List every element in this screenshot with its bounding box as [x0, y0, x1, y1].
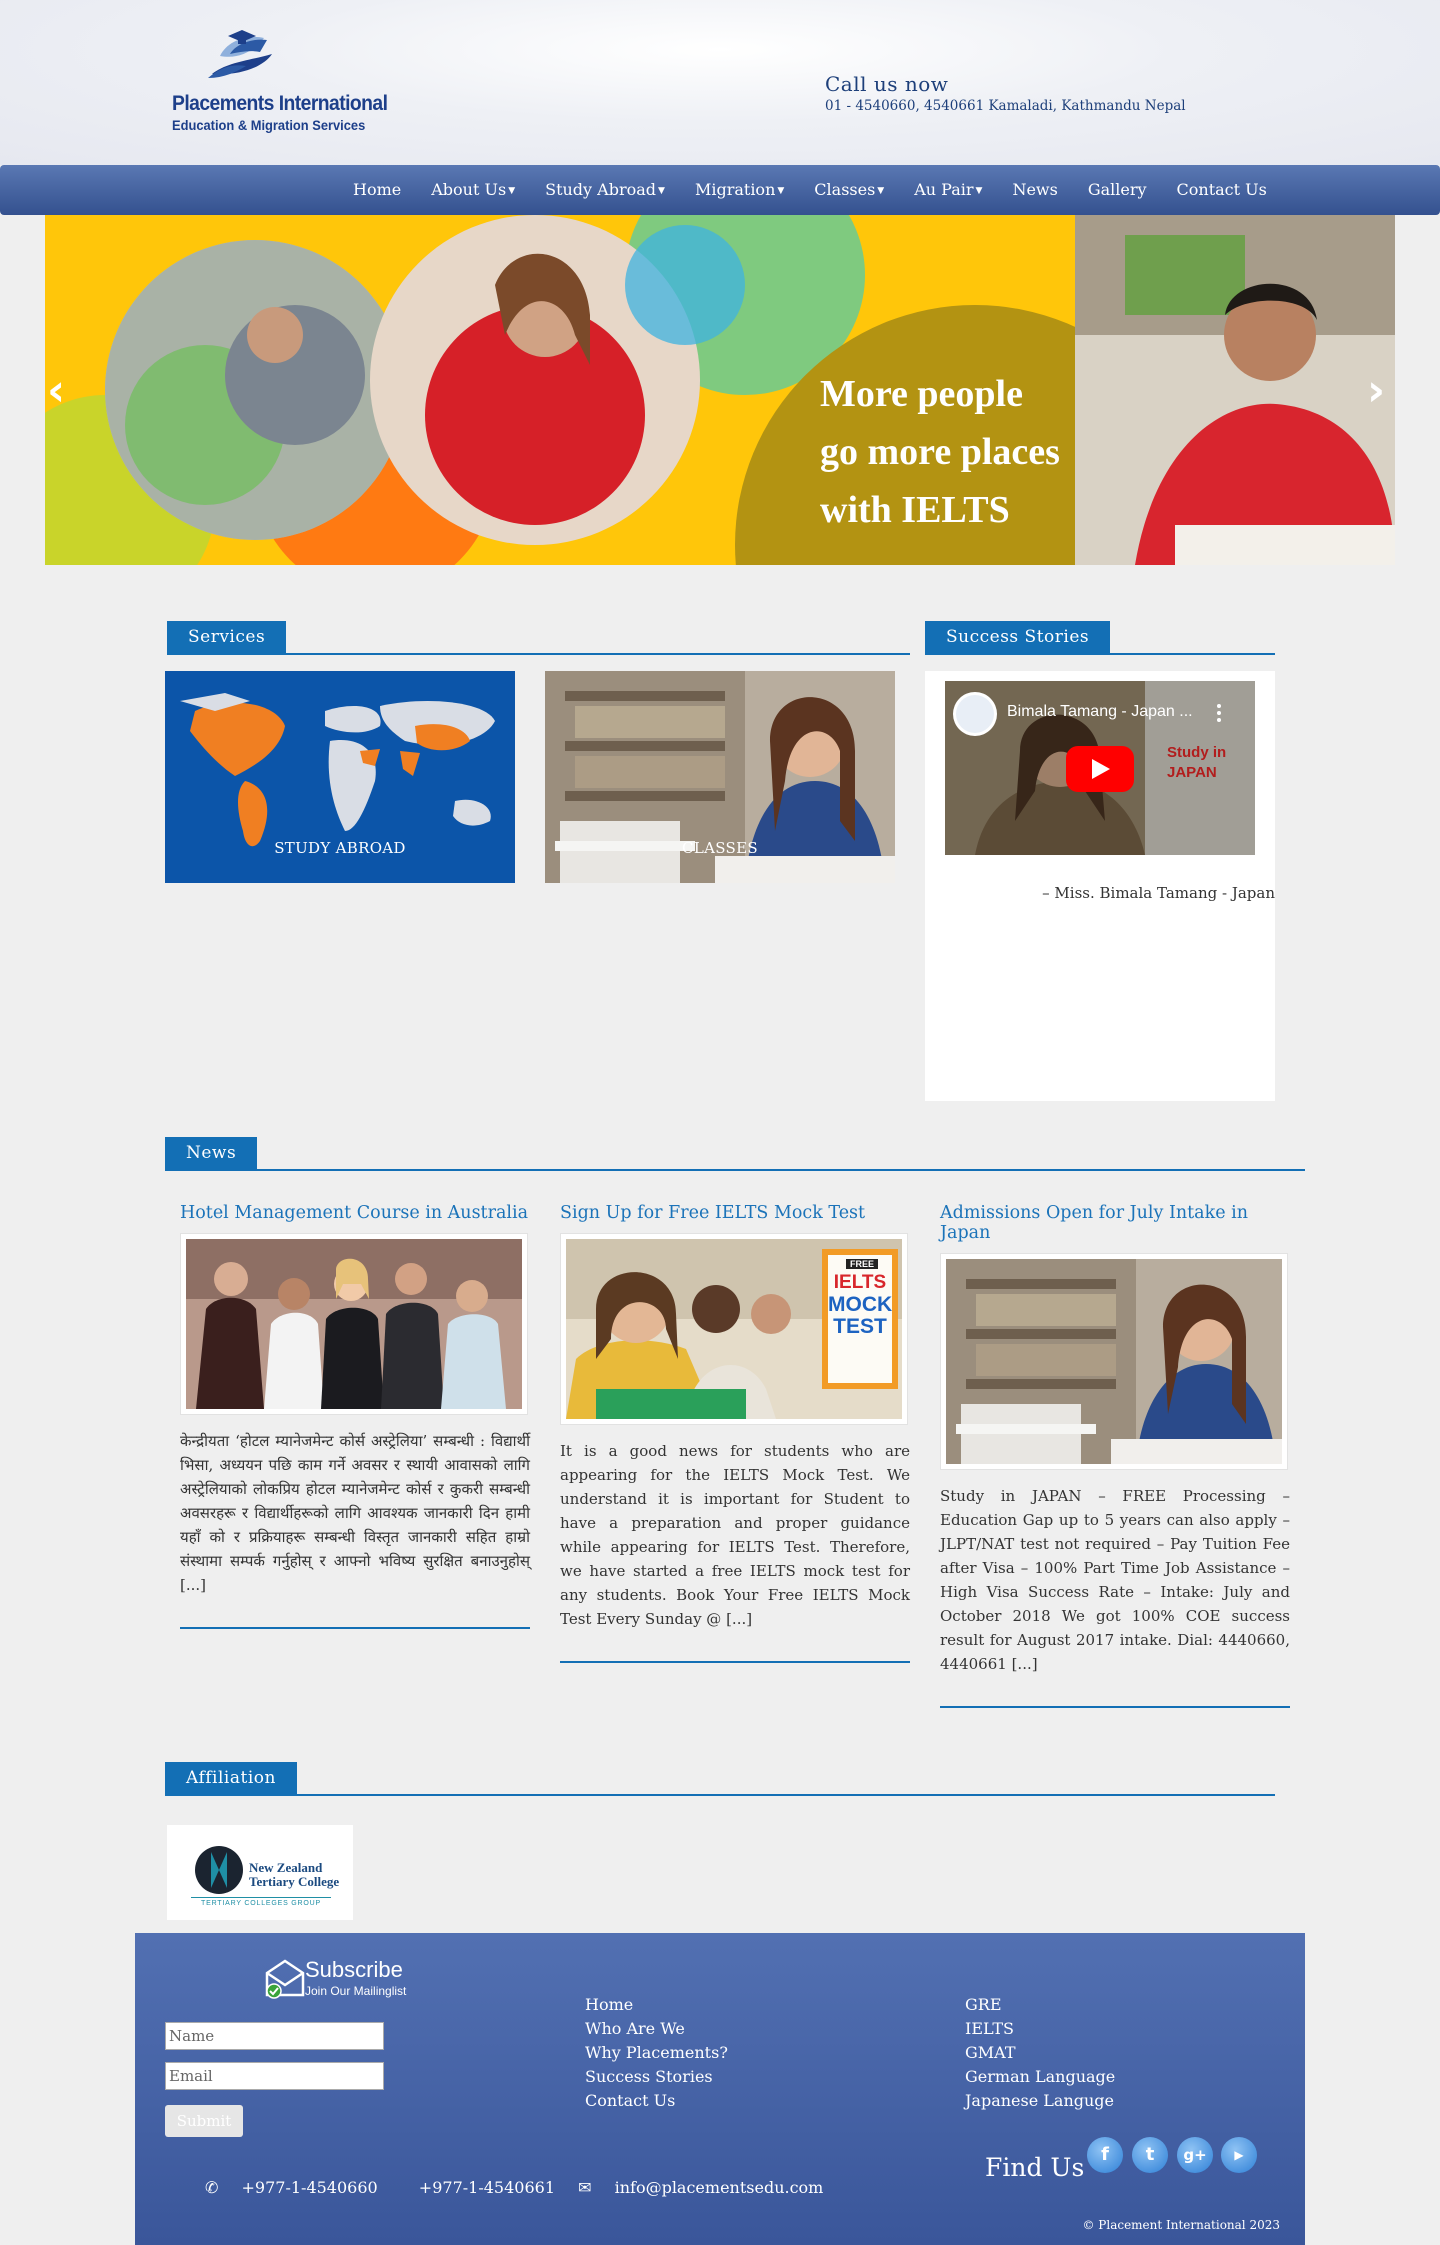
footer-link-home[interactable]: Home [585, 1993, 728, 2017]
news-excerpt: It is a good news for students who are a… [560, 1442, 910, 1628]
footer-link-german-language[interactable]: German Language [965, 2065, 1115, 2089]
news-image-frame[interactable]: FREE IELTS MOCK TEST [560, 1233, 908, 1425]
email-input[interactable]: Email [165, 2062, 384, 2090]
twitter-icon[interactable]: t [1132, 2137, 1168, 2173]
caret-down-icon: ▼ [877, 185, 885, 196]
facebook-icon[interactable]: f [1087, 2137, 1123, 2173]
news-item: Sign Up for Free IELTS Mock Test FREE IE… [560, 1203, 910, 1663]
success-quote: – Miss. Bimala Tamang - Japan [1042, 884, 1275, 902]
graduate-book-logo-icon [208, 30, 272, 78]
caret-down-icon: ▼ [508, 185, 516, 196]
news-image-frame[interactable] [180, 1233, 528, 1415]
nztc-group: TERTIARY COLLEGES GROUP [191, 1897, 331, 1907]
nav-news[interactable]: News [997, 165, 1072, 215]
youtube-icon[interactable]: ▶ [1221, 2137, 1257, 2173]
news-divider [940, 1706, 1290, 1708]
badge-mock: MOCK [828, 1293, 893, 1316]
footer-link-who-are-we[interactable]: Who Are We [585, 2017, 728, 2041]
site-footer: Subscribe Join Our Mailinglist Name Emai… [135, 1933, 1305, 2245]
footer-link-ielts[interactable]: IELTS [965, 2017, 1115, 2041]
nav-au-pair[interactable]: Au Pair ▼ [899, 165, 997, 215]
footer-link-japanese-language[interactable]: Japanese Languge [965, 2089, 1115, 2113]
nav-study-abroad[interactable]: Study Abroad ▼ [530, 165, 680, 215]
footer-email[interactable]: ✉ info@placementsedu.com [578, 2178, 841, 2197]
nav-about-us[interactable]: About Us ▼ [416, 165, 530, 215]
slider-next-icon[interactable]: › [1367, 365, 1385, 416]
student-library-image [946, 1259, 1282, 1464]
envelope-check-icon [265, 1959, 305, 1999]
main-navigation: Home About Us ▼ Study Abroad ▼ Migration ▼ … [0, 165, 1440, 215]
nztc-name-line2: Tertiary College [249, 1874, 340, 1889]
subscribe-heading: Subscribe Join Our Mailinglist [265, 1957, 406, 2003]
news-item: Hotel Management Course in Australia केन… [180, 1203, 530, 1629]
slider-prev-icon[interactable]: ‹ [47, 365, 65, 416]
caret-down-icon: ▼ [975, 185, 983, 196]
call-us-label: Call us now [825, 72, 949, 96]
news-section-title: News [165, 1137, 1305, 1171]
site-logo[interactable]: Placements International Education & Mig… [172, 26, 388, 138]
news-title[interactable]: Admissions Open for July Intake in Japan [940, 1203, 1290, 1243]
submit-button[interactable]: Submit [165, 2105, 243, 2137]
news-divider [180, 1627, 530, 1629]
footer-link-why-placements[interactable]: Why Placements? [585, 2041, 728, 2065]
service-label-classes: CLASSES [682, 839, 758, 857]
nav-home[interactable]: Home [338, 165, 416, 215]
footer-link-gre[interactable]: GRE [965, 1993, 1115, 2017]
name-input[interactable]: Name [165, 2022, 384, 2050]
service-card-classes[interactable]: CLASSES [545, 671, 895, 883]
hero-banner-image [45, 215, 1395, 565]
copyright: © Placement International 2023 [1082, 2218, 1280, 2232]
video-title: Bimala Tamang - Japan ... [1007, 703, 1193, 720]
nav-gallery[interactable]: Gallery [1073, 165, 1162, 215]
envelope-icon: ✉ [578, 2178, 597, 2197]
header-address: 01 - 4540660, 4540661 Kamaladi, Kathmand… [825, 98, 1186, 114]
nav-contact-us[interactable]: Contact Us [1162, 165, 1282, 215]
logo-tagline: Education & Migration Services [172, 117, 366, 133]
nav-classes[interactable]: Classes ▼ [799, 165, 899, 215]
news-divider [560, 1661, 910, 1663]
affiliation-logo-nztc[interactable]: New Zealand Tertiary College TERTIARY CO… [167, 1825, 353, 1920]
success-video-player[interactable]: Bimala Tamang - Japan ... Study in JAPAN [945, 681, 1255, 855]
hero-headline: More people go more places with IELTS [820, 373, 1060, 531]
service-card-study-abroad[interactable]: STUDY ABROAD [165, 671, 515, 883]
footer-links-main: Home Who Are We Why Placements? Success … [585, 1993, 728, 2113]
youtube-play-icon[interactable] [1066, 746, 1134, 792]
badge-ielts: IELTS [833, 1272, 887, 1293]
news-title[interactable]: Hotel Management Course in Australia [180, 1203, 530, 1223]
news-title[interactable]: Sign Up for Free IELTS Mock Test [560, 1203, 910, 1223]
services-section-title: Services [167, 621, 910, 655]
footer-contact: ✆ +977-1-4540660 +977-1-4540661 ✉ info@p… [205, 2178, 859, 2197]
news-excerpt: Study in JAPAN – FREE Processing – Educa… [940, 1487, 1290, 1673]
site-header: Placements International Education & Mig… [0, 0, 1440, 165]
badge-free: FREE [846, 1259, 879, 1269]
success-stories-section-title: Success Stories [925, 621, 1275, 655]
news-item: Admissions Open for July Intake in Japan… [940, 1203, 1290, 1708]
footer-link-success-stories[interactable]: Success Stories [585, 2065, 728, 2089]
footer-links-classes: GRE IELTS GMAT German Language Japanese … [965, 1993, 1115, 2113]
footer-link-gmat[interactable]: GMAT [965, 2041, 1115, 2065]
service-label-study-abroad: STUDY ABROAD [274, 839, 406, 857]
hotel-staff-image [186, 1239, 522, 1409]
caret-down-icon: ▼ [658, 185, 665, 196]
hero-slider[interactable]: More people go more places with IELTS ‹ … [45, 215, 1395, 565]
phone-icon: ✆ [205, 2178, 224, 2197]
news-excerpt: केन्द्रीयता ‘होटल म्यानेजमेन्ट कोर्स अस्… [180, 1432, 530, 1594]
nav-migration[interactable]: Migration ▼ [680, 165, 799, 215]
video-badge: Study in JAPAN [1167, 744, 1227, 781]
phone-1: ✆ +977-1-4540660 [205, 2178, 378, 2197]
badge-test: TEST [833, 1315, 887, 1338]
footer-link-contact-us[interactable]: Contact Us [585, 2089, 728, 2113]
find-us-label: Find Us [985, 2153, 1085, 2182]
nztc-emblem-icon [195, 1846, 243, 1894]
logo-name: Placements International [172, 92, 388, 115]
affiliation-section-title: Affiliation [165, 1762, 1275, 1796]
phone-2: +977-1-4540661 [418, 2178, 555, 2197]
google-plus-icon[interactable]: g+ [1177, 2137, 1213, 2173]
success-stories-panel: Bimala Tamang - Japan ... Study in JAPAN… [925, 671, 1275, 1101]
news-image-frame[interactable] [940, 1253, 1288, 1470]
caret-down-icon: ▼ [777, 185, 785, 196]
